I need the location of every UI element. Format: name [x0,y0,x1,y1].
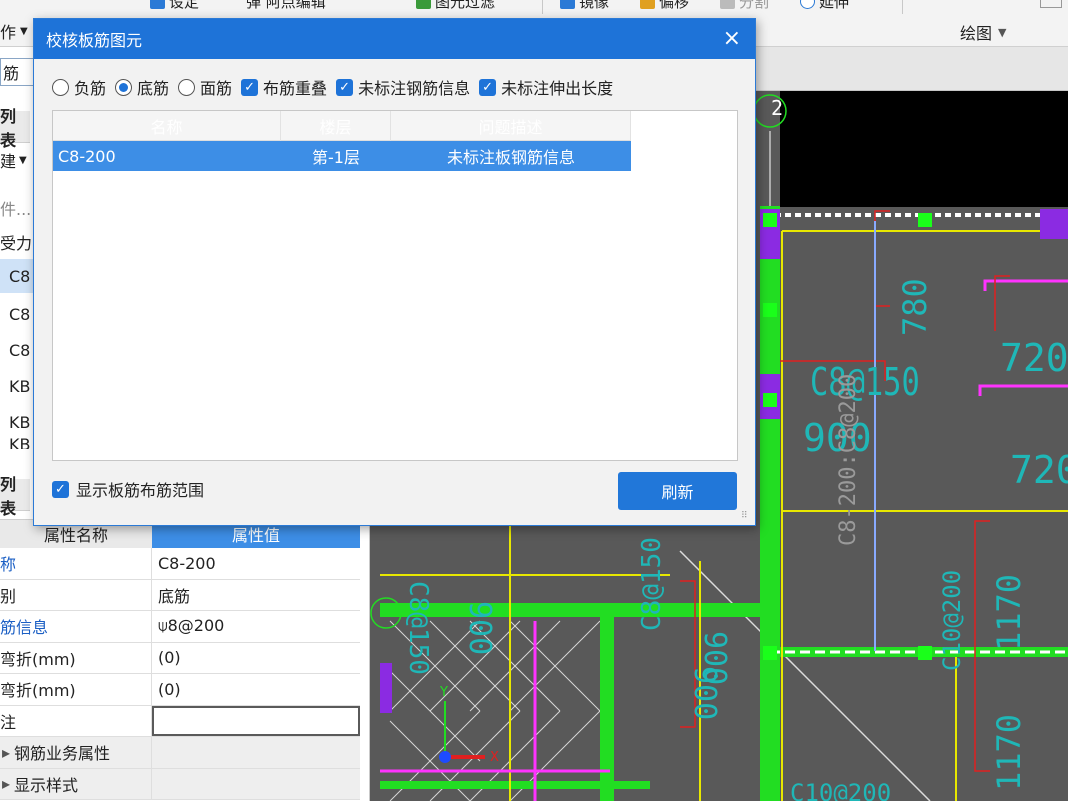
show-rebar-range-checkbox[interactable]: ✓ 显示板筋布筋范围 [52,477,204,501]
issue-table: 名称 楼层 问题描述 C8-200 第-1层 未标注板钢筋信息 [52,110,738,461]
radio-selected-icon [115,78,133,96]
cell-floor: 第-1层 [312,148,360,167]
properties-list-header: 列表 [0,475,30,518]
check-slab-rebar-dialog: 校核板筋图元 × 负筋 底筋 面筋 ✓ 布筋重叠 ✓ 未标注钢筋信息 ✓ 未标注… [33,18,756,526]
cad-label: C10@200 [790,779,891,801]
table-row[interactable]: C8-200 第-1层 未标注板钢筋信息 [53,141,631,171]
ribbon-separator [542,0,543,14]
checkbox-checked-icon: ✓ [52,480,69,498]
checkbox-checked-icon: ✓ [336,78,354,96]
property-row[interactable]: 注 [0,705,360,737]
filter-icon [416,0,431,9]
property-row[interactable]: 称 C8-200 [0,548,360,580]
remark-input[interactable] [152,705,360,736]
cad-axis-label: 2 [771,96,783,120]
chevron-down-icon: ▼ [998,25,1007,39]
ribbon-filter-button[interactable]: 图元过滤 [416,0,495,11]
list-item[interactable]: C8 [0,333,34,367]
split-icon [720,0,735,9]
no-extension-checkbox[interactable]: ✓ 未标注伸出长度 [479,75,613,99]
cad-label: 720 [1010,448,1068,492]
no-rebar-info-checkbox[interactable]: ✓ 未标注钢筋信息 [336,75,470,99]
extend-icon [800,0,815,9]
cad-black-region [780,91,1068,207]
ribbon-more-icon[interactable] [1040,0,1062,8]
cad-label: C10@200 [938,570,966,671]
bottom-rebar-radio[interactable]: 底筋 [115,75,169,99]
drawing-menu[interactable]: 绘图 ▼ [960,20,1006,44]
negative-rebar-radio[interactable]: 负筋 [52,75,106,99]
ribbon-separator [902,0,903,14]
list-item[interactable]: C8 [0,259,34,293]
ribbon-offset-button[interactable]: 偏移 [640,0,689,11]
rebar-type-options: 负筋 底筋 面筋 ✓ 布筋重叠 ✓ 未标注钢筋信息 ✓ 未标注伸出长度 [52,75,622,99]
mirror-icon [560,0,575,9]
chevron-down-icon: ▼ [19,154,27,166]
dialog-titlebar[interactable]: 校核板筋图元 × [34,19,755,59]
offset-icon [640,0,655,9]
cad-label: C8@150 [810,361,920,405]
cad-label: 1170 [990,574,1028,651]
expand-icon[interactable]: ▸ [2,774,10,793]
list-item[interactable]: KB [0,435,34,449]
list-item[interactable]: KB [0,369,34,403]
chevron-down-icon: ▼ [20,25,28,37]
cad-label: C8@150 [637,537,667,631]
ucs-axis-icon: Y X [439,685,499,765]
cad-label: C8-200:C8@200 [836,374,861,546]
checkbox-checked-icon: ✓ [479,78,497,96]
column-header-name[interactable]: 名称 [53,111,281,141]
property-group-rebar-business[interactable]: ▸ 钢筋业务属性 [0,737,360,769]
radio-icon [178,78,196,96]
ribbon-split-button[interactable]: 分割 [720,0,769,11]
property-grid: 属性名称 属性值 称 C8-200 别 底筋 筋信息 ⍦8@200 弯折(mm)… [0,519,360,800]
ucs-y-label: Y [439,685,448,700]
cell-description: 未标注板钢筋信息 [446,148,575,167]
list-item[interactable]: C8 [0,297,34,331]
category-stress-rebar[interactable]: 受力 [0,227,34,257]
refresh-button[interactable]: 刷新 [618,472,737,510]
cad-label: 720 [1000,336,1068,380]
column-header-description[interactable]: 问题描述 [391,111,631,141]
ribbon-set-button[interactable]: 设定 [150,0,199,11]
component-list-header: 列表 [0,107,30,150]
ribbon-mirror-button[interactable]: 镜像 [560,0,609,11]
dialog-title: 校核板筋图元 [46,31,143,50]
property-group-display-style[interactable]: ▸ 显示样式 [0,768,360,800]
property-row[interactable]: 筋信息 ⍦8@200 [0,611,360,643]
property-row[interactable]: 别 底筋 [0,579,360,611]
radio-icon [52,78,69,96]
overlap-checkbox[interactable]: ✓ 布筋重叠 [241,75,327,99]
checkbox-checked-icon: ✓ [241,78,259,96]
component-type-input[interactable]: 筋 [0,58,36,86]
cell-name: C8-200 [58,146,116,166]
column-header-floor[interactable]: 楼层 [281,111,391,141]
property-row[interactable]: 弯折(mm) (0) [0,642,360,674]
expand-icon[interactable]: ▸ [2,743,10,762]
issue-table-header: 名称 楼层 问题描述 [53,111,631,141]
resize-grip-icon[interactable]: ⠿ [741,511,751,521]
ribbon-point-edit-button[interactable]: 弹 阿点编辑 [246,0,326,11]
ucs-x-label: X [490,750,499,765]
cad-label: 900 [462,601,497,655]
operation-menu[interactable]: 作 ▼ [0,17,34,45]
cad-label: 900 [687,666,722,720]
component-search-input[interactable]: 件... [0,193,34,223]
close-icon[interactable]: × [723,28,741,50]
new-component-button[interactable]: 建 ▼ [0,145,34,175]
list-item[interactable]: KB [0,405,34,439]
cad-label: C8@150 [403,581,433,675]
property-row[interactable]: 弯折(mm) (0) [0,674,360,706]
cad-label: 780 [896,278,934,336]
ribbon-extend-button[interactable]: 延伸 [800,0,849,11]
set-icon [150,0,165,9]
top-rebar-radio[interactable]: 面筋 [178,75,232,99]
cad-label: 1170 [990,714,1028,791]
